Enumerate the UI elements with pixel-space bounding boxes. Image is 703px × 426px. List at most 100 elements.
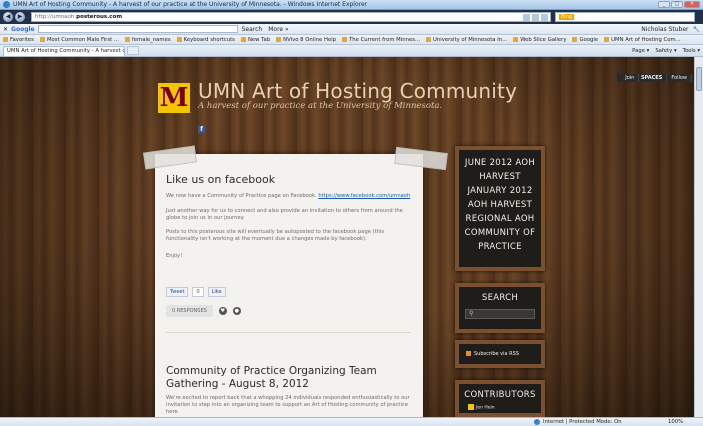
ie-icon	[3, 1, 10, 8]
scrollbar-thumb[interactable]	[696, 67, 702, 91]
page-icon	[342, 36, 348, 42]
post-paragraph: We now have a Community of Practice page…	[166, 193, 411, 199]
maximize-icon[interactable]: □	[671, 1, 683, 8]
google-search-input[interactable]	[37, 25, 238, 33]
google-user[interactable]: Nicholas Stuber	[641, 26, 688, 33]
page-icon	[572, 36, 578, 42]
page-icon	[124, 36, 130, 42]
subscribe-rss-link[interactable]: Subscribe via RSS	[474, 351, 519, 357]
page-icon	[513, 36, 519, 42]
star-icon	[3, 36, 8, 42]
topic-link[interactable]: JUNE 2012 AOH	[459, 156, 541, 170]
tab-bar: UMN Art of Hosting Community - A harvest…	[0, 45, 703, 57]
topic-link[interactable]: JANUARY 2012	[459, 184, 541, 198]
favorite-link[interactable]: NVivo 8 Online Help	[276, 36, 336, 43]
favorite-link[interactable]: UMN Art of Hosting Com...	[604, 36, 681, 43]
topic-link[interactable]: REGIONAL AOH	[459, 212, 541, 226]
responses-button[interactable]: 0 RESPONSES	[166, 305, 213, 317]
url-prefix: http://umnaoh.	[35, 14, 77, 20]
favorite-link[interactable]: University of Minnesota In...	[426, 36, 507, 43]
search-title: SEARCH	[481, 293, 519, 303]
tweet-count: 0	[192, 287, 204, 297]
address-bar-row: ◀ ▶ http://umnaoh. posterous.com Bing	[0, 10, 703, 24]
google-more-button[interactable]: More »	[268, 26, 288, 33]
topic-link[interactable]: COMMUNITY OF	[459, 226, 541, 240]
post-title[interactable]: Like us on facebook	[166, 173, 275, 186]
status-bar: Internet | Protected Mode: On 100%	[0, 417, 703, 426]
facebook-icon[interactable]: f	[198, 126, 205, 133]
search-icon: ⚲	[469, 310, 474, 317]
minimize-icon[interactable]: _	[658, 1, 670, 8]
safety-menu[interactable]: Safety ▾	[655, 48, 676, 54]
join-spaces-button[interactable]: Join SPACES	[617, 74, 668, 82]
back-button[interactable]: ◀	[3, 12, 13, 22]
window-controls: _ □ ✕	[658, 1, 700, 8]
heart-icon[interactable]: ♥	[218, 307, 227, 315]
share-buttons: Tweet 0 Like	[166, 287, 226, 297]
favorite-link[interactable]: The Current from Minnes...	[342, 36, 420, 43]
facebook-link[interactable]: https://www.facebook.com/umnaoh	[318, 193, 410, 199]
contributors-title: CONTRIBUTORS	[464, 390, 536, 400]
favorite-link[interactable]: Most Common Male First ...	[39, 36, 119, 43]
browser-search-input[interactable]: Bing	[555, 12, 695, 22]
umn-logo[interactable]: M	[158, 83, 190, 113]
site-search-input[interactable]: ⚲	[465, 309, 535, 319]
close-icon[interactable]: ✕	[684, 1, 700, 8]
page-scrollbar[interactable]	[694, 57, 703, 417]
page-icon	[240, 36, 246, 42]
tab-active[interactable]: UMN Art of Hosting Community - A harvest…	[3, 45, 125, 56]
new-tab-button[interactable]	[127, 46, 139, 55]
compat-icon[interactable]	[523, 13, 530, 21]
window-title: UMN Art of Hosting Community - A harvest…	[13, 1, 368, 8]
post-responses: 0 RESPONSES ♥ ●	[166, 305, 241, 317]
avatar	[468, 404, 474, 410]
favorite-link[interactable]: Keyboard shortcuts	[176, 36, 235, 43]
topics-board: JUNE 2012 AOH HARVEST JANUARY 2012 AOH H…	[455, 146, 545, 271]
zoom-level[interactable]: 100%	[668, 419, 683, 425]
address-controls	[523, 13, 550, 21]
post-paragraph: We're excited to report back that a whop…	[166, 395, 410, 415]
tweet-button[interactable]: Tweet	[166, 287, 189, 297]
stop-icon[interactable]	[541, 13, 548, 21]
forward-button[interactable]: ▶	[15, 12, 25, 22]
page-icon	[276, 36, 282, 42]
search-board: SEARCH ⚲	[455, 283, 545, 333]
site-subtitle: A harvest of our practice at the Univers…	[198, 101, 443, 111]
contributors-board: CONTRIBUTORS Jen Hein	[455, 380, 545, 417]
site-title[interactable]: UMN Art of Hosting Community	[198, 79, 517, 103]
topic-link[interactable]: HARVEST	[459, 170, 541, 184]
tools-menu[interactable]: Tools ▾	[683, 48, 700, 54]
page-icon	[39, 36, 45, 42]
address-input[interactable]: http://umnaoh. posterous.com	[31, 12, 551, 22]
topic-link[interactable]: PRACTICE	[459, 240, 541, 254]
topic-link[interactable]: AOH HARVEST	[459, 198, 541, 212]
close-toolbar-icon[interactable]: ✕	[3, 26, 8, 33]
google-search-button[interactable]: Search	[242, 26, 263, 33]
refresh-icon[interactable]	[532, 13, 539, 21]
favorite-link[interactable]: New Tab	[240, 36, 270, 43]
url-domain: posterous.com	[76, 14, 123, 20]
comment-icon[interactable]: ●	[232, 307, 241, 315]
post-paragraph: Enjoy!	[166, 253, 183, 259]
page-icon	[426, 36, 432, 42]
favorite-link[interactable]: female_names	[124, 36, 171, 43]
post-title[interactable]: Community of Practice Organizing Team Ga…	[166, 365, 406, 391]
favorite-link[interactable]: Google	[572, 36, 598, 43]
security-zone[interactable]: Internet | Protected Mode: On	[534, 419, 622, 425]
post-divider	[166, 332, 411, 333]
favorites-bar: Favorites Most Common Male First ... fem…	[0, 35, 703, 45]
page-icon	[176, 36, 182, 42]
favorites-button[interactable]: Favorites	[3, 36, 34, 43]
contributor-item[interactable]: Jen Hein	[459, 404, 541, 411]
wrench-icon[interactable]: 🔧	[693, 26, 700, 33]
facebook-like-button[interactable]: Like	[207, 287, 226, 297]
window-title-bar: UMN Art of Hosting Community - A harvest…	[0, 0, 703, 10]
favorite-link[interactable]: Web Slice Gallery	[513, 36, 566, 43]
follow-button[interactable]: Follow	[667, 74, 692, 82]
page-icon	[604, 36, 610, 42]
globe-icon	[534, 419, 540, 425]
google-logo: Google	[11, 25, 35, 33]
post-paragraph: Just another way for us to connect and a…	[166, 208, 403, 221]
page-menu[interactable]: Page ▾	[632, 48, 649, 54]
command-bar: Page ▾ Safety ▾ Tools ▾	[632, 48, 700, 54]
